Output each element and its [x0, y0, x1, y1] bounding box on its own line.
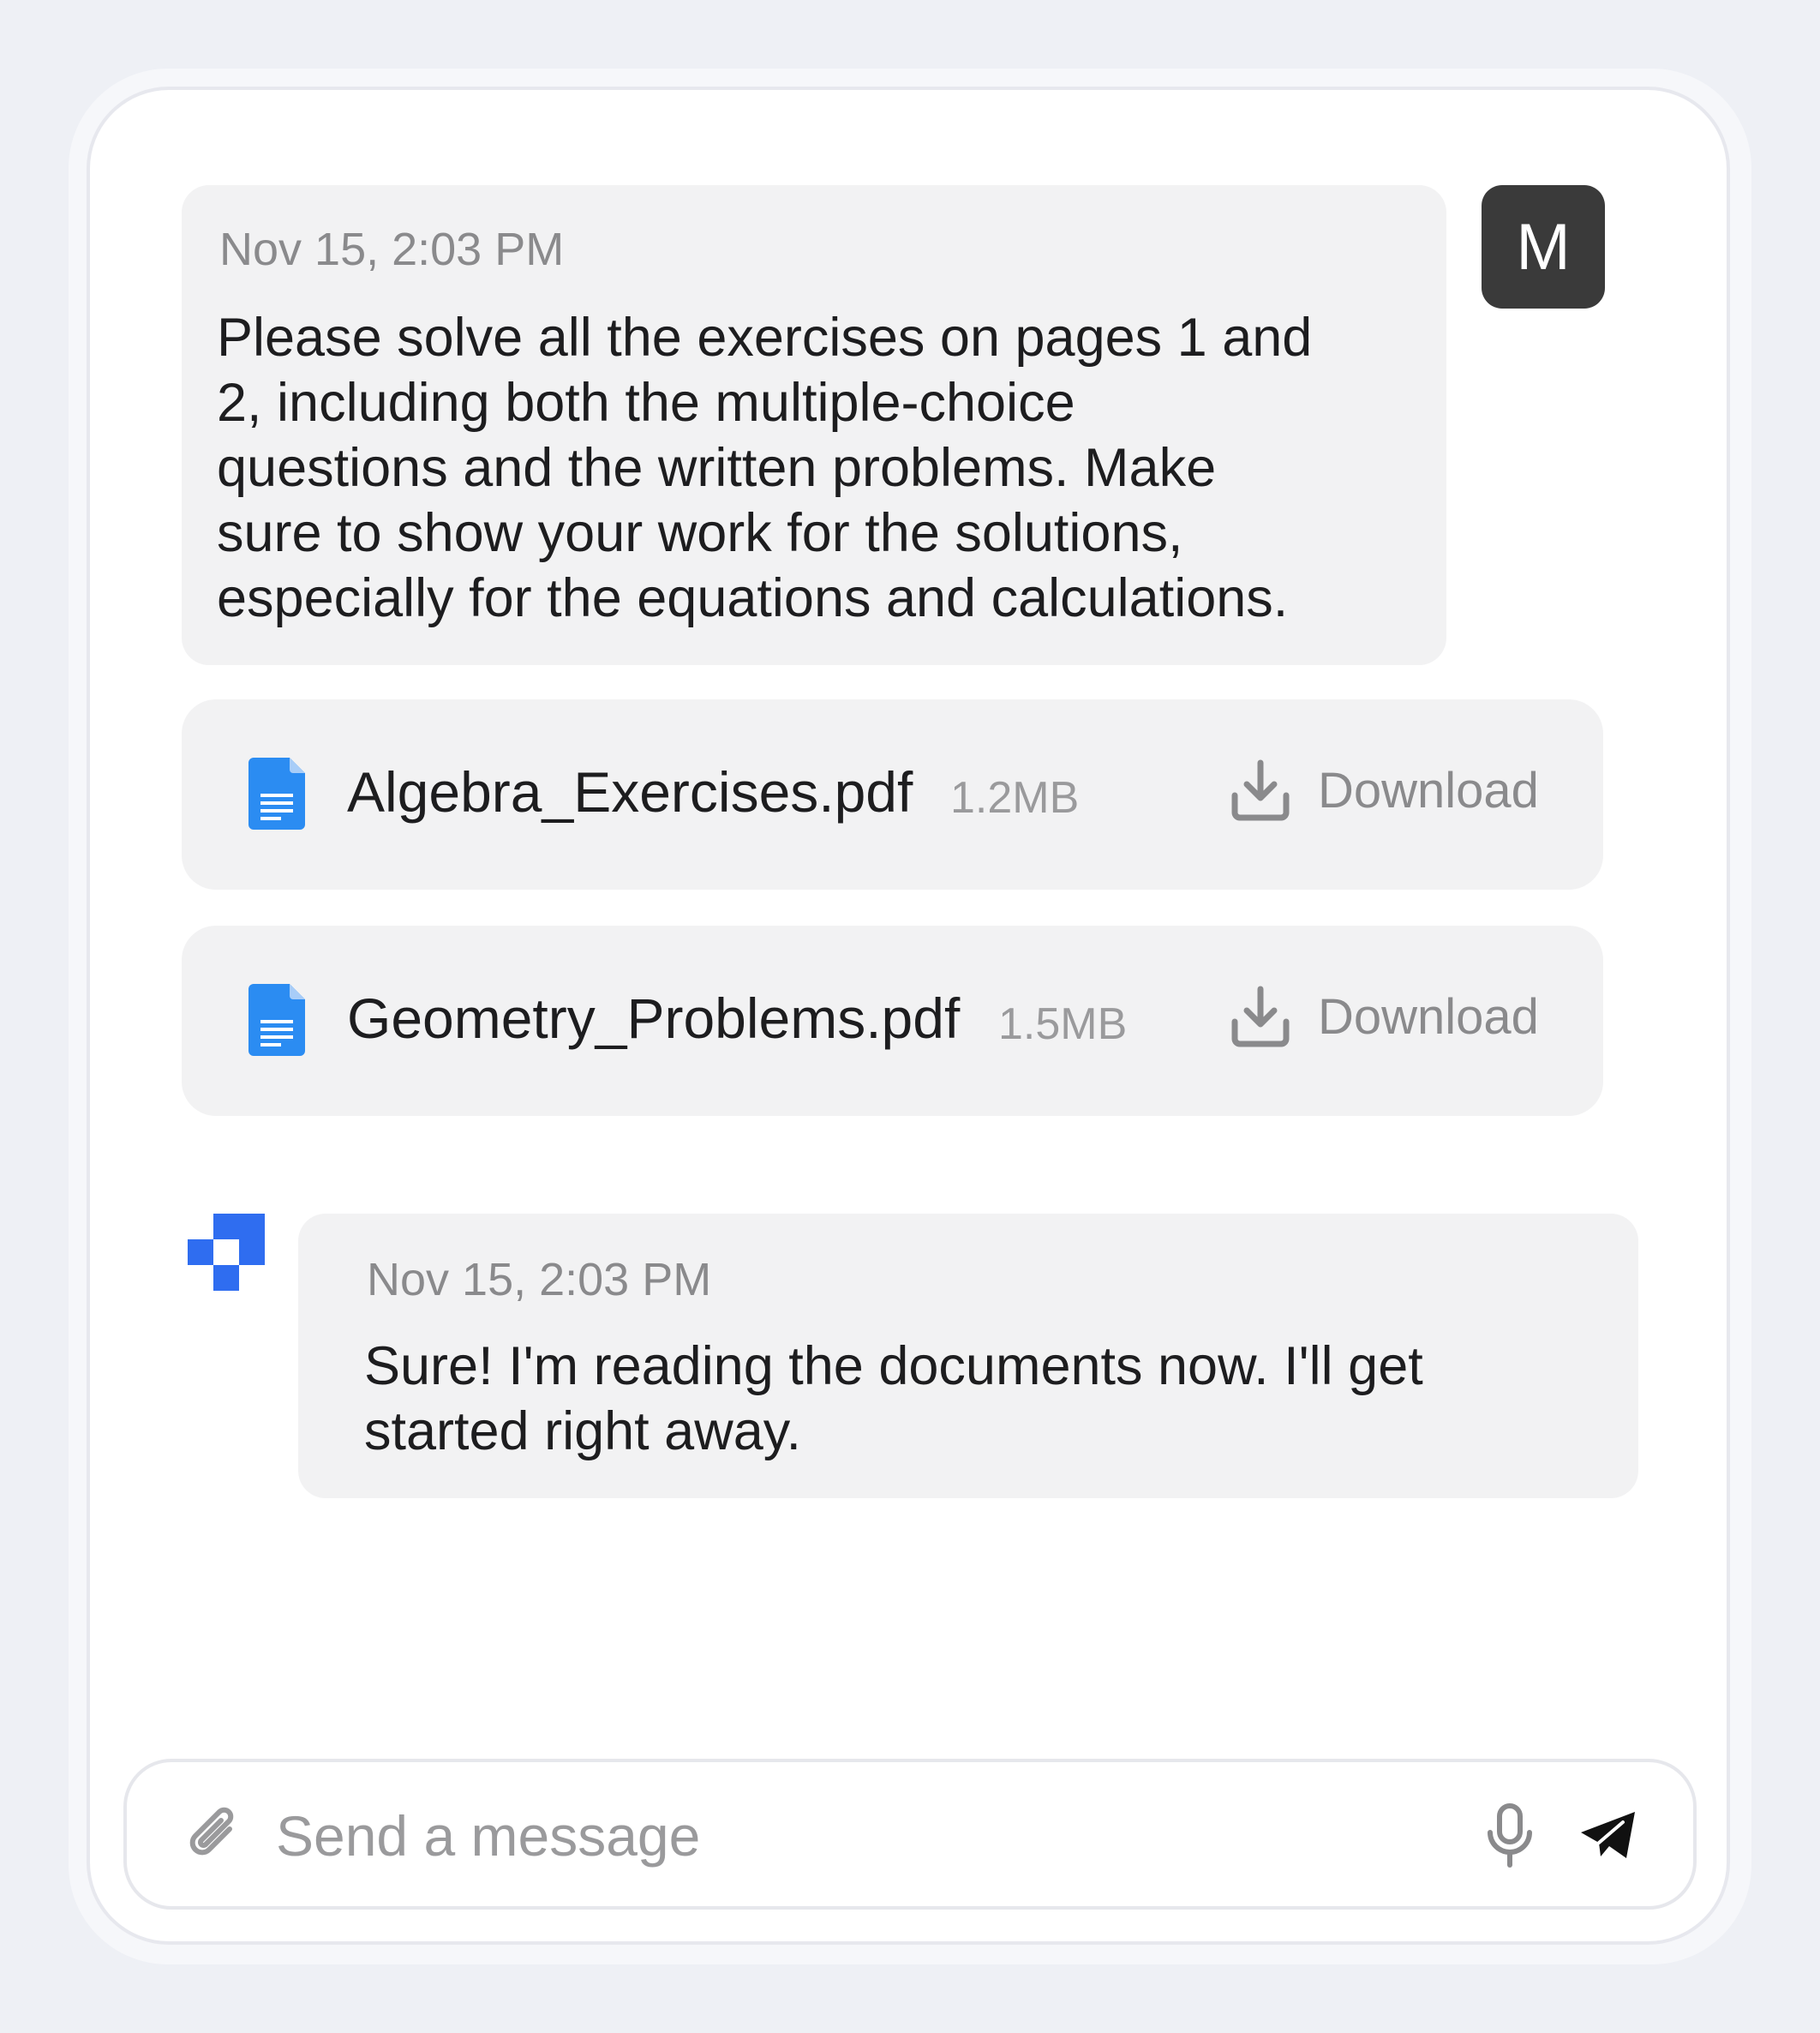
download-icon [1231, 759, 1290, 821]
message-composer [123, 1759, 1697, 1910]
user-message-line: 2, including both the multiple-choice [217, 373, 1075, 433]
attachment-row: Geometry_Problems.pdf 1.5MB Download [182, 926, 1603, 1116]
user-message-timestamp: Nov 15, 2:03 PM [219, 224, 565, 275]
user-message-line: questions and the written problems. Make [217, 438, 1217, 498]
download-label: Download [1318, 988, 1539, 1045]
attachment-row: Algebra_Exercises.pdf 1.2MB Download [182, 699, 1603, 890]
send-icon[interactable] [1578, 1810, 1638, 1862]
assistant-message-line: started right away. [364, 1401, 802, 1461]
assistant-message-text: Sure! I'm reading the documents now. I'l… [364, 1334, 1615, 1464]
microphone-icon[interactable] [1486, 1803, 1534, 1868]
attachment-filename: Algebra_Exercises.pdf [347, 760, 913, 824]
user-message-bubble: Nov 15, 2:03 PM Please solve all the exe… [182, 185, 1446, 665]
download-button[interactable]: Download [1230, 982, 1539, 1051]
assistant-logo-icon [188, 1214, 265, 1291]
assistant-message-bubble: Nov 15, 2:03 PM Sure! I'm reading the do… [298, 1214, 1638, 1498]
assistant-message-timestamp: Nov 15, 2:03 PM [367, 1254, 712, 1305]
user-message-line: Please solve all the exercises on pages … [217, 308, 1313, 368]
attachment-filesize: 1.2MB [950, 773, 1080, 823]
attachment-filename: Geometry_Problems.pdf [347, 987, 961, 1050]
document-icon [248, 758, 305, 830]
user-avatar: M [1482, 185, 1605, 309]
user-message-text: Please solve all the exercises on pages … [217, 305, 1434, 631]
download-label: Download [1318, 762, 1539, 819]
document-icon [248, 984, 305, 1056]
user-message-line: sure to show your work for the solutions… [217, 503, 1183, 563]
attachment-filesize: 1.5MB [998, 999, 1128, 1049]
user-message-line: especially for the equations and calcula… [217, 568, 1289, 628]
assistant-message-line: Sure! I'm reading the documents now. I'l… [364, 1336, 1423, 1396]
download-icon [1231, 986, 1290, 1047]
message-input[interactable] [274, 1796, 1392, 1875]
download-button[interactable]: Download [1230, 756, 1539, 825]
paperclip-icon[interactable] [185, 1803, 240, 1865]
